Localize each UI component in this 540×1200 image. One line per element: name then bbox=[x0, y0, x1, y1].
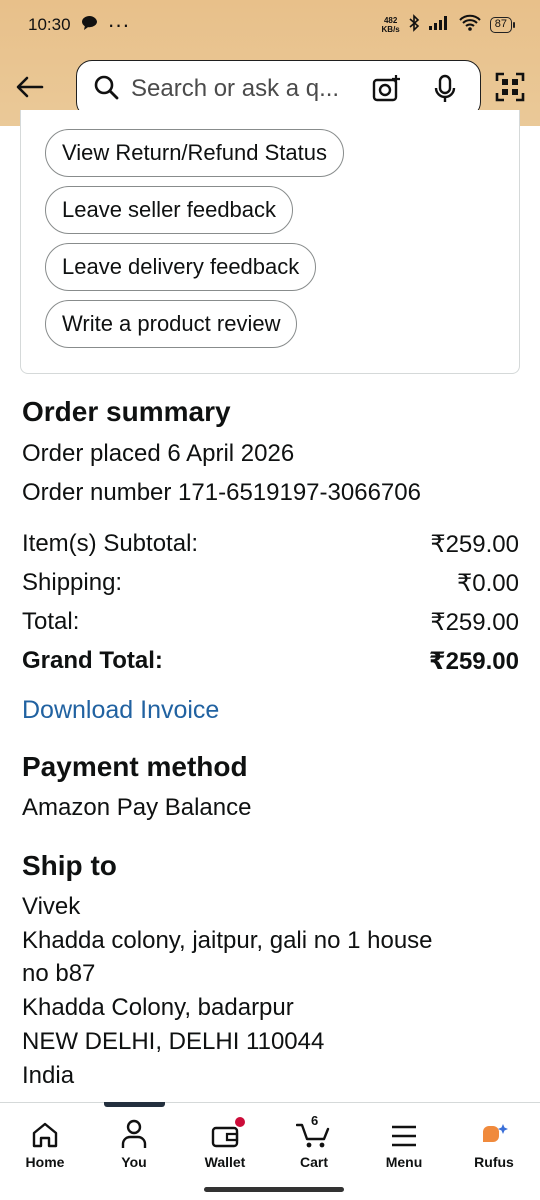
tab-cart[interactable]: 6 Cart bbox=[269, 1113, 359, 1170]
order-placed-date: Order placed 6 April 2026 bbox=[22, 440, 295, 467]
microphone-icon[interactable] bbox=[434, 74, 456, 109]
subtotal-row: Item(s) Subtotal: ₹259.00 bbox=[22, 530, 519, 559]
ship-to-address-line: Khadda Colony, badarpur bbox=[22, 994, 294, 1021]
payment-method-value: Amazon Pay Balance bbox=[22, 794, 252, 821]
subtotal-value: ₹259.00 bbox=[430, 531, 519, 558]
bottom-nav: Home You Wallet 6 Cart Menu Rufus bbox=[0, 1102, 540, 1200]
wallet-notification-dot bbox=[235, 1117, 245, 1127]
home-icon bbox=[31, 1115, 59, 1149]
payment-method-title: Payment method bbox=[22, 751, 248, 782]
message-icon bbox=[81, 15, 98, 36]
back-arrow-icon bbox=[16, 76, 44, 98]
header: 10:30 ··· 482 KB/s 87 Search or ask a q.… bbox=[0, 0, 540, 126]
bluetooth-icon bbox=[408, 13, 420, 37]
total-row: Total: ₹259.00 bbox=[22, 608, 519, 637]
grand-total-label: Grand Total: bbox=[22, 647, 163, 674]
ship-to-title: Ship to bbox=[22, 850, 117, 881]
wallet-icon bbox=[211, 1115, 245, 1149]
search-icon bbox=[93, 74, 119, 105]
ship-to-address-line: no b87 bbox=[22, 960, 96, 987]
order-actions-card: View Return/Refund Status Leave seller f… bbox=[20, 110, 520, 374]
signal-icon bbox=[428, 15, 450, 36]
shipping-value: ₹0.00 bbox=[457, 570, 519, 597]
tab-menu[interactable]: Menu bbox=[359, 1115, 449, 1170]
battery-indicator: 87 bbox=[489, 17, 516, 33]
total-value: ₹259.00 bbox=[430, 609, 519, 636]
status-more-dots: ··· bbox=[107, 12, 130, 37]
cart-icon: 6 bbox=[296, 1113, 332, 1149]
grand-total-row: Grand Total: ₹259.00 bbox=[22, 647, 519, 676]
cart-count-badge: 6 bbox=[311, 1113, 319, 1128]
rufus-icon bbox=[479, 1115, 509, 1149]
back-button[interactable] bbox=[12, 69, 48, 105]
status-time: 10:30 bbox=[28, 15, 71, 34]
shipping-label: Shipping: bbox=[22, 569, 123, 596]
view-return-status-button[interactable]: View Return/Refund Status bbox=[45, 129, 344, 177]
wifi-icon bbox=[458, 14, 482, 37]
ship-to-address-line: Khadda colony, jaitpur, gali no 1 house bbox=[22, 927, 433, 954]
ship-to-city: NEW DELHI, DELHI 110044 bbox=[22, 1028, 325, 1055]
subtotal-label: Item(s) Subtotal: bbox=[22, 530, 199, 557]
active-tab-indicator bbox=[104, 1102, 165, 1107]
order-summary-title: Order summary bbox=[22, 396, 231, 427]
camera-search-icon[interactable] bbox=[372, 74, 402, 109]
tab-you[interactable]: You bbox=[89, 1115, 179, 1170]
ship-to-name: Vivek bbox=[22, 893, 81, 920]
download-invoice-link[interactable]: Download Invoice bbox=[22, 696, 219, 725]
user-icon bbox=[120, 1115, 148, 1149]
ship-to-country: India bbox=[22, 1062, 75, 1089]
search-input[interactable]: Search or ask a q... bbox=[131, 75, 355, 103]
order-number: Order number 171-6519197-3066706 bbox=[22, 479, 421, 506]
tab-rufus[interactable]: Rufus bbox=[449, 1115, 539, 1170]
status-bar: 10:30 ··· 482 KB/s 87 bbox=[0, 0, 540, 50]
total-label: Total: bbox=[22, 608, 80, 635]
leave-delivery-feedback-button[interactable]: Leave delivery feedback bbox=[45, 243, 317, 291]
menu-icon bbox=[390, 1115, 418, 1149]
grand-total-value: ₹259.00 bbox=[428, 648, 519, 675]
leave-seller-feedback-button[interactable]: Leave seller feedback bbox=[45, 186, 294, 234]
gesture-bar bbox=[204, 1187, 344, 1192]
qr-scan-icon[interactable] bbox=[495, 72, 525, 102]
net-speed: 482 KB/s bbox=[381, 16, 400, 34]
write-product-review-button[interactable]: Write a product review bbox=[45, 300, 298, 348]
shipping-row: Shipping: ₹0.00 bbox=[22, 569, 519, 598]
tab-wallet[interactable]: Wallet bbox=[180, 1115, 270, 1170]
tab-home[interactable]: Home bbox=[0, 1115, 90, 1170]
